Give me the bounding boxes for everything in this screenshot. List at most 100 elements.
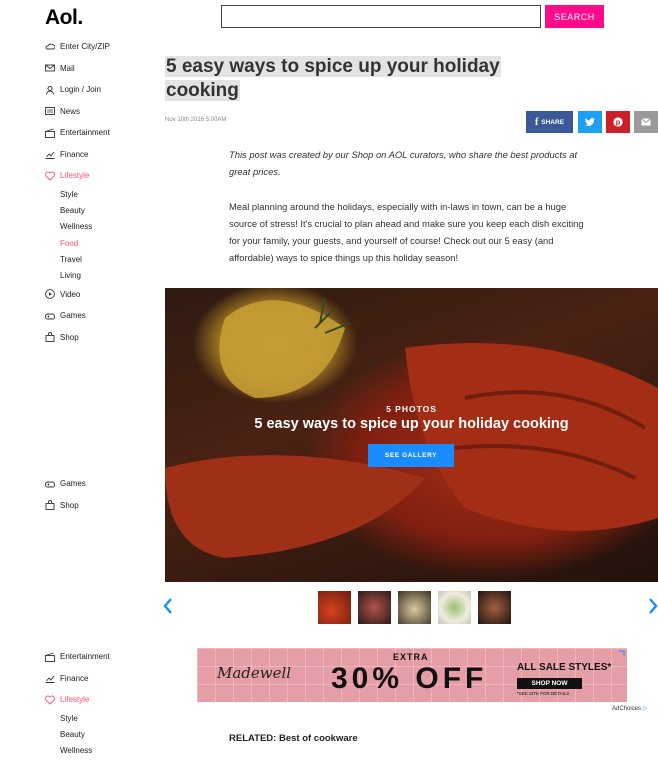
sidebar-item-label: Games [60,479,86,489]
sidebar-item-lifestyle[interactable]: Lifestyle [45,165,110,187]
gallery-thumbnails [318,591,511,624]
sidebar-item-shop[interactable]: Shop [45,495,86,517]
sidebar-item-finance[interactable]: Finance [45,144,110,166]
sidebar-item-label: Entertainment [60,128,110,138]
sidebar-item-label: Finance [60,149,89,159]
clapper-icon [45,652,55,662]
bag-icon [45,332,55,343]
mail-icon [45,64,55,72]
ad-fineprint: *SEE SITE FOR DETAILS [517,691,570,696]
sidebar-item-weather[interactable]: Enter City/ZIP [45,36,110,58]
lobster-thumb[interactable] [318,591,351,624]
headline-line-1: 5 easy ways to spice up your holiday [165,56,501,77]
bag-icon [45,500,55,511]
facebook-share-button[interactable]: f SHARE [526,111,573,133]
related-link[interactable]: RELATED: Best of cookware [229,733,358,744]
sidebar-item-shop[interactable]: Shop [45,327,110,349]
sidebar-item-label: Games [60,311,86,321]
sidebar-subitem-wellness[interactable]: Wellness [45,743,110,759]
see-gallery-button[interactable]: SEE GALLERY [368,444,454,467]
sidebar-subitem-style[interactable]: Style [45,711,110,727]
heart-icon [45,695,55,705]
sidebar-subitem-living[interactable]: Living [45,267,110,283]
gallery-photo-count: 5 PHOTOS [386,404,437,414]
sidebar-subitem-wellness[interactable]: Wellness [45,219,110,235]
bowl-thumb[interactable] [398,591,431,624]
ad-info-icon[interactable] [618,650,625,657]
article-body: Meal planning around the holidays, espec… [229,201,584,263]
gamepad-icon [45,313,55,320]
sidebar-item-lifestyle[interactable]: Lifestyle [45,689,110,711]
search-button[interactable]: SEARCH [545,5,604,28]
clapper-icon [45,128,55,138]
headline-line-2: cooking [165,80,240,101]
sidebar-item-entertainment[interactable]: Entertainment [45,646,110,668]
email-share-button[interactable] [634,111,658,133]
article-intro: This post was created by our Shop on AOL… [229,149,578,177]
sidebar-item-label: Finance [60,673,89,683]
sidebar-subitem-style[interactable]: Style [45,187,110,203]
sidebar-item-finance[interactable]: Finance [45,668,110,690]
article-timestamp: Nov 10th 2016 5:00AM [165,117,227,123]
search-input[interactable] [221,5,541,28]
ad-brand-logo: Madewell [217,664,292,682]
weather-icon [45,43,55,50]
chevron-left-icon [163,598,172,614]
sidebar-item-label: Lifestyle [60,171,90,181]
gallery-title: 5 easy ways to spice up your holiday coo… [254,416,569,432]
sidebar-subitem-beauty[interactable]: Beauty [45,727,110,743]
email-icon [641,118,651,126]
share-label: SHARE [541,118,565,126]
sidebar-item-label: Video [60,289,81,299]
twitter-icon [585,117,595,126]
twitter-share-button[interactable] [578,111,602,133]
sidebar-item-label: News [60,106,81,116]
sidebar-item-login[interactable]: Login / Join [45,79,110,101]
dish-thumb[interactable] [478,591,511,624]
play-icon [45,289,55,300]
aol-logo[interactable]: Aol. [45,6,83,30]
pinterest-share-button[interactable]: p [606,111,630,133]
ad-extra-label: EXTRA [393,652,429,662]
user-icon [46,85,54,95]
sidebar-subitem-beauty[interactable]: Beauty [45,203,110,219]
adchoices-link[interactable]: AdChoices ▷ [612,705,647,712]
sidebar-item-label: Mail [60,63,75,73]
cake-thumb[interactable] [438,591,471,624]
facebook-icon: f [534,116,539,128]
chevron-right-icon [649,598,658,614]
sidebar-item-mail[interactable]: Mail [45,58,110,80]
sidebar-nav-sticky: Entertainment Finance Lifestyle Style Be… [45,646,110,759]
advertisement-banner[interactable]: Madewell EXTRA 30% OFF ALL SALE STYLES* … [197,648,627,702]
photo-gallery[interactable]: 5 PHOTOS 5 easy ways to spice up your ho… [165,288,658,582]
sidebar-item-label: Enter City/ZIP [60,42,110,52]
sidebar-item-label: Login / Join [60,85,101,95]
sidebar-item-video[interactable]: Video [45,284,110,306]
ad-styles-label: ALL SALE STYLES* [517,662,612,673]
adchoices-icon: ▷ [642,706,648,712]
sidebar-item-entertainment[interactable]: Entertainment [45,122,110,144]
heart-icon [45,171,55,181]
sidebar-subitem-travel[interactable]: Travel [45,251,110,267]
pinterest-icon: p [613,117,623,127]
news-icon [45,107,55,116]
sidebar-item-label: Entertainment [60,652,110,662]
steak-thumb[interactable] [358,591,391,624]
svg-text:p: p [616,118,621,127]
sidebar-nav: Enter City/ZIP Mail Login / Join News En… [45,36,110,348]
gallery-prev-arrow[interactable] [163,598,173,619]
sidebar-item-games[interactable]: Games [45,305,110,327]
gamepad-icon [45,481,55,488]
sidebar-item-label: Shop [60,332,79,342]
sidebar-item-label: Lifestyle [60,695,90,705]
ad-shop-now-button[interactable]: SHOP NOW [517,678,582,689]
gallery-next-arrow[interactable] [648,598,658,619]
sidebar-item-news[interactable]: News [45,101,110,123]
sidebar-nav-secondary: Games Shop [45,473,86,516]
article-headline: 5 easy ways to spice up your holiday coo… [165,55,525,103]
sidebar-subitem-food[interactable]: Food [45,235,110,251]
sidebar-item-games[interactable]: Games [45,473,86,495]
chart-icon [45,675,55,684]
adchoices-label: AdChoices [612,706,642,712]
gallery-overlay [165,288,658,582]
